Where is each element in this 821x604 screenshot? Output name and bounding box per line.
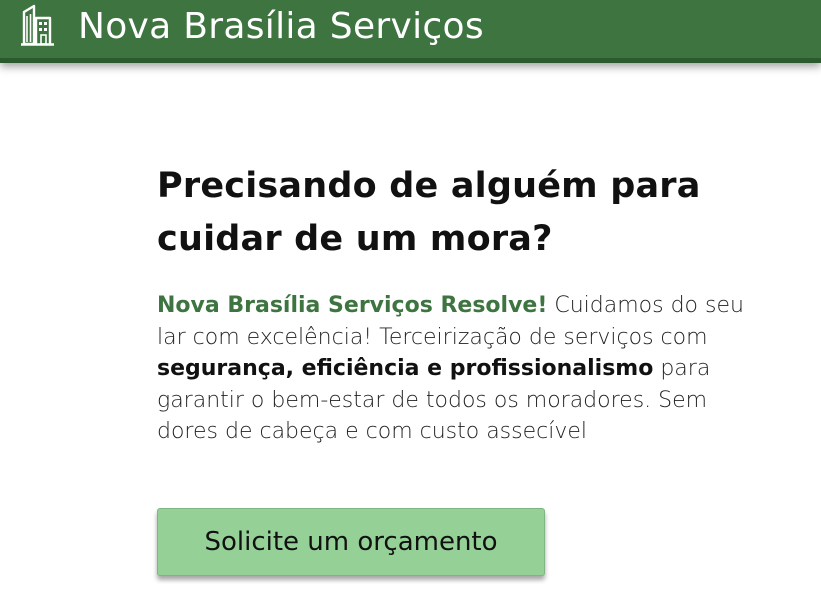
intro-strong-highlight: segurança, eficiência e profissionalismo [157, 356, 654, 381]
building-icon[interactable] [20, 4, 60, 46]
request-quote-button[interactable]: Solicite um orçamento [157, 508, 545, 576]
site-brand-title[interactable]: Nova Brasília Serviços [78, 1, 484, 53]
intro-brand-highlight: Nova Brasília Serviços Resolve! [157, 293, 548, 318]
hero-intro: Nova Brasília Serviços Resolve! Cuidamos… [157, 290, 767, 448]
hero-section: Precisando de alguém para cuidar de um m… [157, 160, 777, 444]
site-header: Nova Brasília Serviços [0, 0, 821, 63]
hero-headline: Precisando de alguém para cuidar de um m… [157, 166, 701, 259]
